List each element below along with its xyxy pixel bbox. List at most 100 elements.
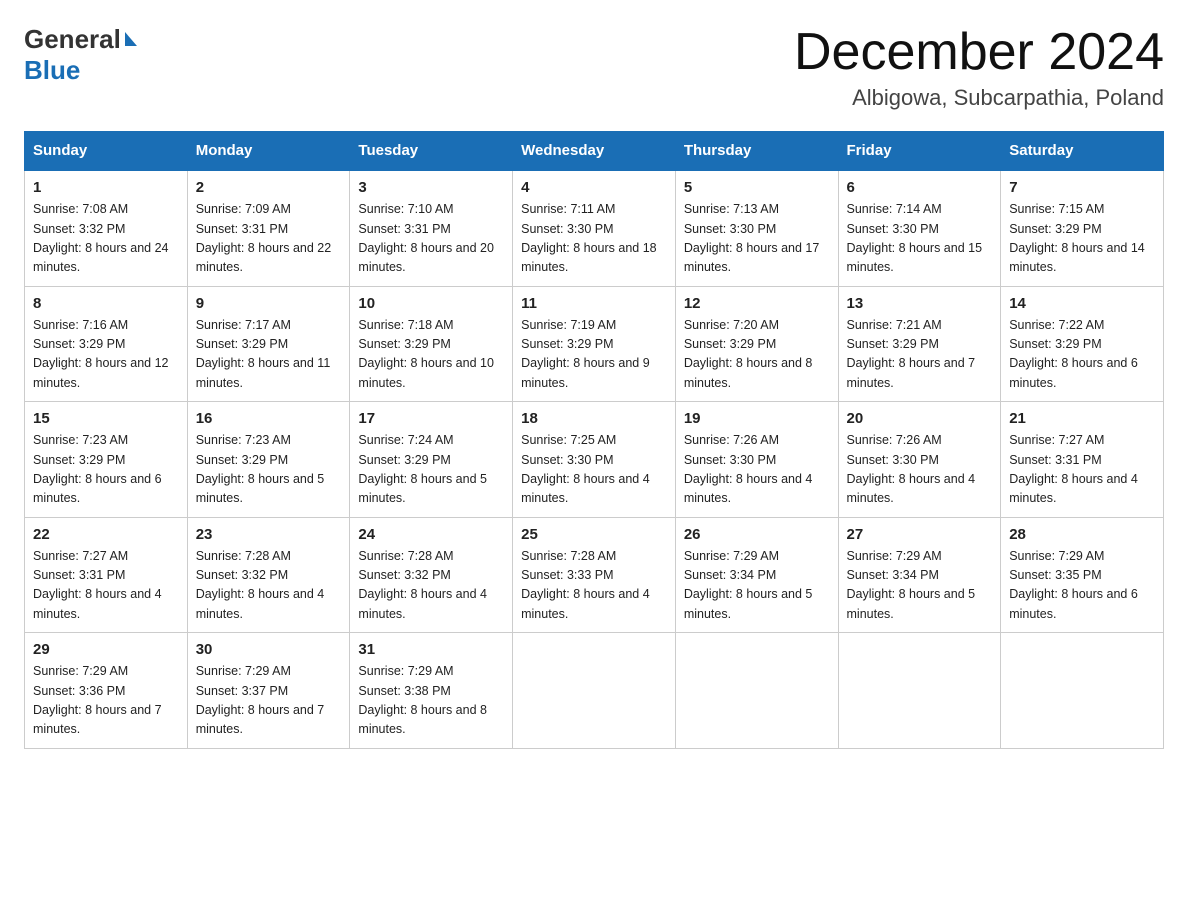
calendar-cell: 3 Sunrise: 7:10 AMSunset: 3:31 PMDayligh… xyxy=(350,170,513,286)
day-info: Sunrise: 7:29 AMSunset: 3:38 PMDaylight:… xyxy=(358,664,487,736)
day-number: 12 xyxy=(684,295,830,312)
day-info: Sunrise: 7:26 AMSunset: 3:30 PMDaylight:… xyxy=(684,433,813,505)
day-info: Sunrise: 7:18 AMSunset: 3:29 PMDaylight:… xyxy=(358,318,494,390)
title-block: December 2024 Albigowa, Subcarpathia, Po… xyxy=(794,24,1164,111)
col-header-sunday: Sunday xyxy=(25,132,188,171)
day-number: 3 xyxy=(358,179,504,196)
day-number: 17 xyxy=(358,410,504,427)
location-title: Albigowa, Subcarpathia, Poland xyxy=(794,85,1164,111)
calendar-week-row: 15 Sunrise: 7:23 AMSunset: 3:29 PMDaylig… xyxy=(25,402,1164,518)
calendar-cell: 25 Sunrise: 7:28 AMSunset: 3:33 PMDaylig… xyxy=(513,517,676,633)
day-info: Sunrise: 7:20 AMSunset: 3:29 PMDaylight:… xyxy=(684,318,813,390)
day-info: Sunrise: 7:17 AMSunset: 3:29 PMDaylight:… xyxy=(196,318,331,390)
day-info: Sunrise: 7:29 AMSunset: 3:34 PMDaylight:… xyxy=(684,549,813,621)
col-header-thursday: Thursday xyxy=(675,132,838,171)
day-number: 23 xyxy=(196,526,342,543)
day-info: Sunrise: 7:22 AMSunset: 3:29 PMDaylight:… xyxy=(1009,318,1138,390)
calendar-cell: 23 Sunrise: 7:28 AMSunset: 3:32 PMDaylig… xyxy=(187,517,350,633)
calendar-cell: 6 Sunrise: 7:14 AMSunset: 3:30 PMDayligh… xyxy=(838,170,1001,286)
day-info: Sunrise: 7:14 AMSunset: 3:30 PMDaylight:… xyxy=(847,202,983,274)
day-info: Sunrise: 7:27 AMSunset: 3:31 PMDaylight:… xyxy=(33,549,162,621)
calendar-cell: 24 Sunrise: 7:28 AMSunset: 3:32 PMDaylig… xyxy=(350,517,513,633)
day-number: 25 xyxy=(521,526,667,543)
calendar-cell: 14 Sunrise: 7:22 AMSunset: 3:29 PMDaylig… xyxy=(1001,286,1164,402)
day-number: 20 xyxy=(847,410,993,427)
col-header-friday: Friday xyxy=(838,132,1001,171)
day-number: 27 xyxy=(847,526,993,543)
calendar-cell xyxy=(838,633,1001,749)
calendar-cell: 30 Sunrise: 7:29 AMSunset: 3:37 PMDaylig… xyxy=(187,633,350,749)
calendar-cell: 13 Sunrise: 7:21 AMSunset: 3:29 PMDaylig… xyxy=(838,286,1001,402)
calendar-week-row: 8 Sunrise: 7:16 AMSunset: 3:29 PMDayligh… xyxy=(25,286,1164,402)
day-info: Sunrise: 7:27 AMSunset: 3:31 PMDaylight:… xyxy=(1009,433,1138,505)
calendar-cell: 28 Sunrise: 7:29 AMSunset: 3:35 PMDaylig… xyxy=(1001,517,1164,633)
calendar-cell: 5 Sunrise: 7:13 AMSunset: 3:30 PMDayligh… xyxy=(675,170,838,286)
calendar-week-row: 22 Sunrise: 7:27 AMSunset: 3:31 PMDaylig… xyxy=(25,517,1164,633)
day-number: 10 xyxy=(358,295,504,312)
day-info: Sunrise: 7:19 AMSunset: 3:29 PMDaylight:… xyxy=(521,318,650,390)
calendar-cell: 10 Sunrise: 7:18 AMSunset: 3:29 PMDaylig… xyxy=(350,286,513,402)
day-number: 2 xyxy=(196,179,342,196)
calendar-week-row: 29 Sunrise: 7:29 AMSunset: 3:36 PMDaylig… xyxy=(25,633,1164,749)
day-info: Sunrise: 7:28 AMSunset: 3:32 PMDaylight:… xyxy=(196,549,325,621)
logo-arrow-icon xyxy=(125,32,137,46)
day-info: Sunrise: 7:21 AMSunset: 3:29 PMDaylight:… xyxy=(847,318,976,390)
day-info: Sunrise: 7:13 AMSunset: 3:30 PMDaylight:… xyxy=(684,202,820,274)
day-number: 8 xyxy=(33,295,179,312)
day-number: 15 xyxy=(33,410,179,427)
col-header-saturday: Saturday xyxy=(1001,132,1164,171)
calendar-week-row: 1 Sunrise: 7:08 AMSunset: 3:32 PMDayligh… xyxy=(25,170,1164,286)
day-number: 6 xyxy=(847,179,993,196)
calendar-cell: 4 Sunrise: 7:11 AMSunset: 3:30 PMDayligh… xyxy=(513,170,676,286)
day-number: 9 xyxy=(196,295,342,312)
calendar-cell xyxy=(675,633,838,749)
logo-blue-text: Blue xyxy=(24,55,80,86)
calendar-cell: 21 Sunrise: 7:27 AMSunset: 3:31 PMDaylig… xyxy=(1001,402,1164,518)
day-info: Sunrise: 7:29 AMSunset: 3:34 PMDaylight:… xyxy=(847,549,976,621)
day-number: 14 xyxy=(1009,295,1155,312)
day-number: 18 xyxy=(521,410,667,427)
day-number: 5 xyxy=(684,179,830,196)
calendar-cell xyxy=(513,633,676,749)
calendar-cell: 8 Sunrise: 7:16 AMSunset: 3:29 PMDayligh… xyxy=(25,286,188,402)
calendar-cell: 7 Sunrise: 7:15 AMSunset: 3:29 PMDayligh… xyxy=(1001,170,1164,286)
day-info: Sunrise: 7:25 AMSunset: 3:30 PMDaylight:… xyxy=(521,433,650,505)
day-number: 29 xyxy=(33,641,179,658)
day-info: Sunrise: 7:28 AMSunset: 3:32 PMDaylight:… xyxy=(358,549,487,621)
calendar-cell xyxy=(1001,633,1164,749)
day-number: 1 xyxy=(33,179,179,196)
day-number: 26 xyxy=(684,526,830,543)
day-info: Sunrise: 7:08 AMSunset: 3:32 PMDaylight:… xyxy=(33,202,169,274)
logo: General Blue xyxy=(24,24,137,86)
day-info: Sunrise: 7:23 AMSunset: 3:29 PMDaylight:… xyxy=(196,433,325,505)
logo-general-text: General xyxy=(24,24,121,55)
calendar-table: SundayMondayTuesdayWednesdayThursdayFrid… xyxy=(24,131,1164,749)
day-info: Sunrise: 7:29 AMSunset: 3:37 PMDaylight:… xyxy=(196,664,325,736)
day-number: 19 xyxy=(684,410,830,427)
day-number: 28 xyxy=(1009,526,1155,543)
calendar-cell: 2 Sunrise: 7:09 AMSunset: 3:31 PMDayligh… xyxy=(187,170,350,286)
day-number: 21 xyxy=(1009,410,1155,427)
day-number: 16 xyxy=(196,410,342,427)
calendar-header-row: SundayMondayTuesdayWednesdayThursdayFrid… xyxy=(25,132,1164,171)
day-number: 24 xyxy=(358,526,504,543)
calendar-cell: 16 Sunrise: 7:23 AMSunset: 3:29 PMDaylig… xyxy=(187,402,350,518)
day-info: Sunrise: 7:28 AMSunset: 3:33 PMDaylight:… xyxy=(521,549,650,621)
calendar-cell: 1 Sunrise: 7:08 AMSunset: 3:32 PMDayligh… xyxy=(25,170,188,286)
day-number: 22 xyxy=(33,526,179,543)
day-number: 13 xyxy=(847,295,993,312)
day-number: 7 xyxy=(1009,179,1155,196)
day-number: 30 xyxy=(196,641,342,658)
calendar-cell: 20 Sunrise: 7:26 AMSunset: 3:30 PMDaylig… xyxy=(838,402,1001,518)
calendar-cell: 22 Sunrise: 7:27 AMSunset: 3:31 PMDaylig… xyxy=(25,517,188,633)
day-info: Sunrise: 7:26 AMSunset: 3:30 PMDaylight:… xyxy=(847,433,976,505)
calendar-cell: 27 Sunrise: 7:29 AMSunset: 3:34 PMDaylig… xyxy=(838,517,1001,633)
col-header-wednesday: Wednesday xyxy=(513,132,676,171)
day-info: Sunrise: 7:29 AMSunset: 3:36 PMDaylight:… xyxy=(33,664,162,736)
day-info: Sunrise: 7:23 AMSunset: 3:29 PMDaylight:… xyxy=(33,433,162,505)
calendar-cell: 15 Sunrise: 7:23 AMSunset: 3:29 PMDaylig… xyxy=(25,402,188,518)
day-number: 31 xyxy=(358,641,504,658)
page-header: General Blue December 2024 Albigowa, Sub… xyxy=(24,24,1164,111)
day-info: Sunrise: 7:09 AMSunset: 3:31 PMDaylight:… xyxy=(196,202,332,274)
day-info: Sunrise: 7:10 AMSunset: 3:31 PMDaylight:… xyxy=(358,202,494,274)
